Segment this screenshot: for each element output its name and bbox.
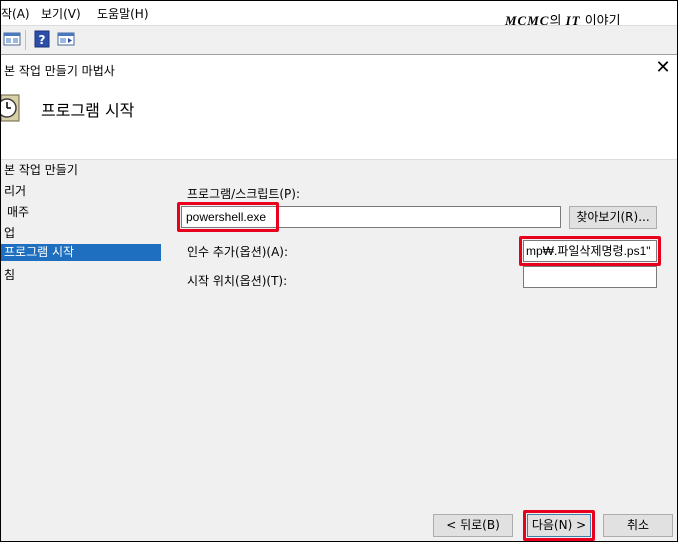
start-in-input[interactable] <box>523 266 657 288</box>
page-heading: 프로그램 시작 <box>41 101 135 120</box>
args-label: 인수 추가(옵션)(A): <box>187 245 289 259</box>
start-in-label: 시작 위치(옵션)(T): <box>187 274 288 288</box>
step-trigger[interactable]: 리거 <box>4 182 26 199</box>
back-button[interactable]: < 뒤로(B) <box>433 514 513 537</box>
step-start-program[interactable]: 프로그램 시작 <box>1 244 161 261</box>
cancel-button[interactable]: 취소 <box>603 514 673 537</box>
step-create-basic-task[interactable]: 본 작업 만들기 <box>4 161 78 178</box>
console-pane-icon[interactable] <box>57 30 75 48</box>
menu-bar: 작(A) 보기(V) 도움말(H) MCMC의 IT 이야기 <box>1 1 677 29</box>
program-label: 프로그램/스크립트(P): <box>187 187 301 201</box>
step-action[interactable]: 업 <box>4 224 15 241</box>
step-finish[interactable]: 침 <box>4 266 15 283</box>
dialog-title: 본 작업 만들기 마법사 <box>4 64 115 78</box>
svg-text:?: ? <box>39 33 46 47</box>
menu-item-help[interactable]: 도움말(H) <box>97 5 149 22</box>
show-pane-icon[interactable] <box>3 30 21 48</box>
browse-button[interactable]: 찾아보기(R)... <box>569 206 657 229</box>
step-weekly[interactable]: 매주 <box>7 203 29 220</box>
clock-icon <box>1 93 21 123</box>
wizard-dialog: 본 작업 만들기 마법사 ✕ 프로그램 시작 본 작업 만들기 리거 매주 업 … <box>1 55 677 541</box>
toolbar-separator <box>25 30 26 50</box>
window: 작(A) 보기(V) 도움말(H) MCMC의 IT 이야기 ? 본 작업 만들… <box>0 0 678 542</box>
args-input[interactable]: mp₩.파일삭제명령.ps1" <box>523 240 657 262</box>
close-button[interactable]: ✕ <box>653 58 673 78</box>
next-button[interactable]: 다음(N) > <box>527 514 591 537</box>
help-icon[interactable]: ? <box>33 30 51 48</box>
wizard-body: 본 작업 만들기 리거 매주 업 프로그램 시작 침 프로그램/스크립트(P):… <box>1 159 677 541</box>
program-input[interactable]: powershell.exe <box>181 206 561 228</box>
menu-item-view[interactable]: 보기(V) <box>41 5 81 22</box>
menu-item-action[interactable]: 작(A) <box>1 5 30 22</box>
toolbar: ? <box>1 25 677 55</box>
